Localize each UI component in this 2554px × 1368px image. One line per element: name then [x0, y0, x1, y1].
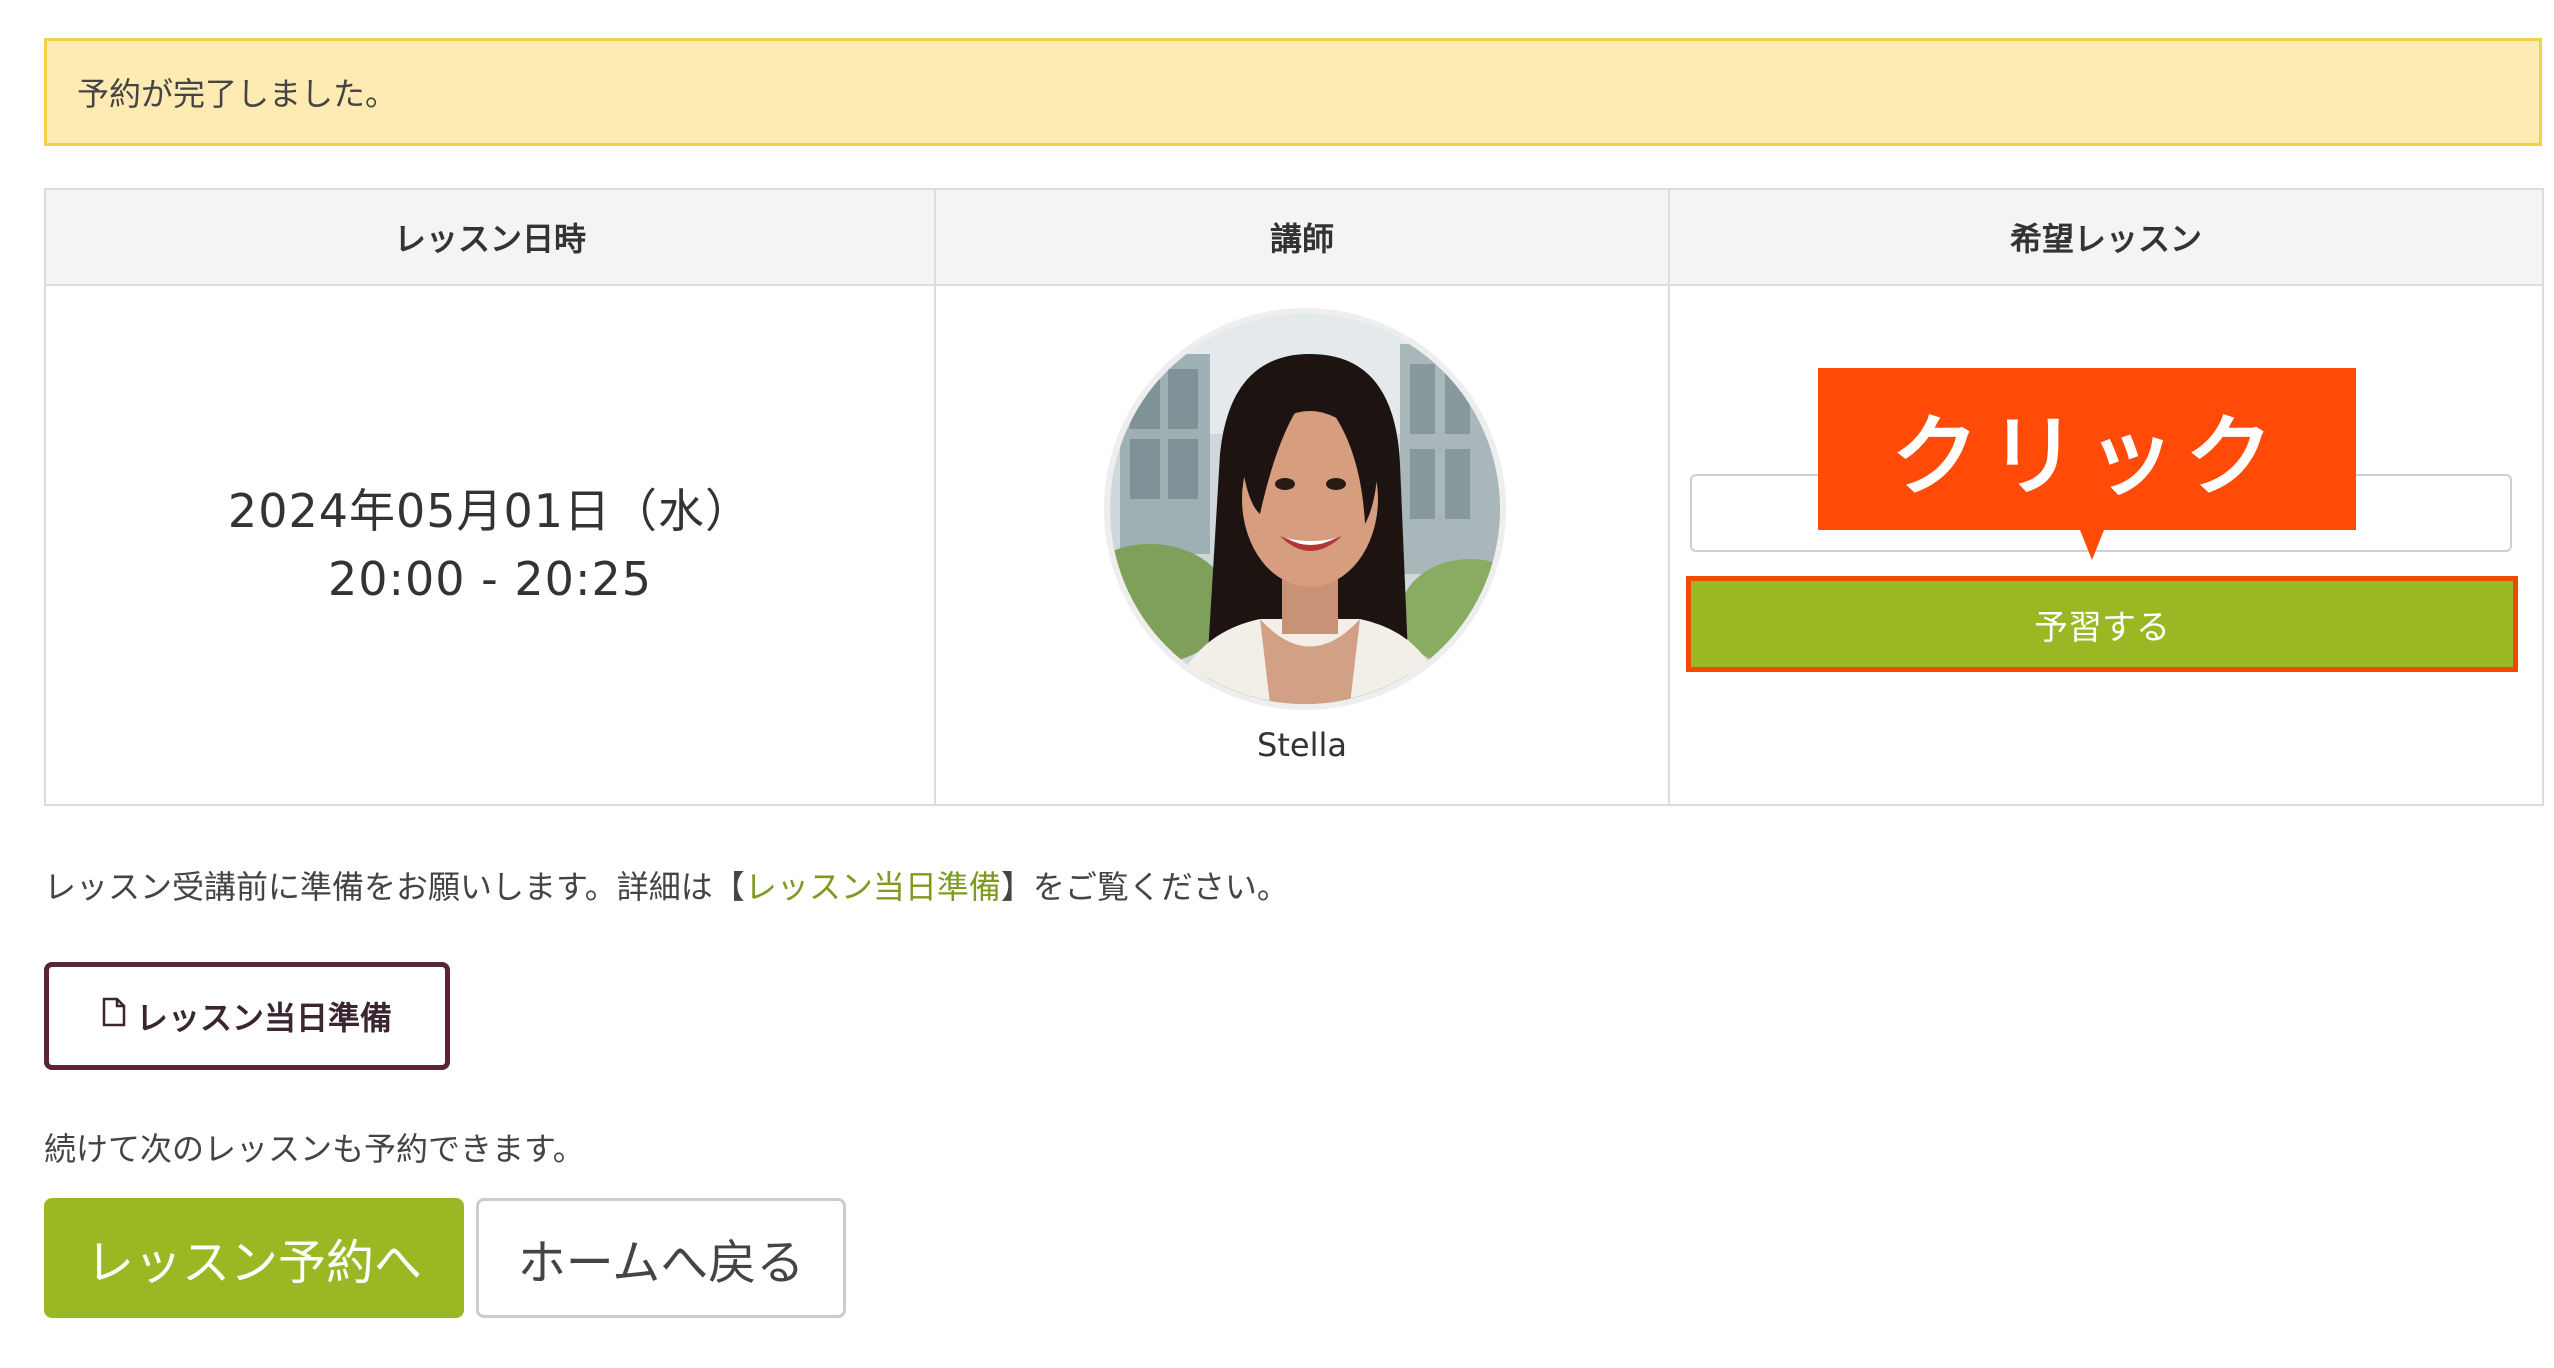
teacher-name: Stella — [1257, 726, 1347, 764]
lesson-day-prep-label: レッスン当日準備 — [135, 999, 392, 1037]
header-lesson-datetime: レッスン日時 — [44, 188, 936, 286]
reservation-complete-alert: 予約が完了しました。 — [44, 38, 2542, 146]
lesson-date: 2024年05月01日（水） — [227, 484, 753, 538]
header-teacher: 講師 — [934, 188, 1670, 286]
lesson-time: 20:00 - 20:25 — [328, 552, 652, 606]
alert-message: 予約が完了しました。 — [77, 75, 398, 113]
lesson-day-prep-button[interactable]: レッスン当日準備 — [44, 962, 450, 1070]
continue-reservation-text: 続けて次のレッスンも予約できます。 — [44, 1130, 585, 1168]
preparation-notice: レッスン受講前に準備をお願いします。詳細は【レッスン当日準備】をご覧ください。 — [44, 862, 1289, 908]
table-row: 2024年05月01日（水） 20:00 - 20:25 Stella 予習する… — [44, 284, 2544, 806]
prep-button[interactable]: 予習する — [1691, 581, 2513, 667]
callout-pointer — [2080, 530, 2104, 560]
table-header-row: レッスン日時 講師 希望レッスン — [44, 188, 2544, 286]
teacher-cell: Stella — [934, 284, 1670, 806]
click-callout: クリック — [1818, 368, 2356, 530]
document-icon — [102, 997, 126, 1035]
lesson-reservation-button[interactable]: レッスン予約へ — [44, 1198, 464, 1318]
teacher-avatar[interactable] — [1104, 308, 1506, 710]
lesson-day-prep-link[interactable]: レッスン当日準備 — [745, 868, 1001, 906]
lesson-datetime-cell: 2024年05月01日（水） 20:00 - 20:25 — [44, 284, 936, 806]
desired-lesson-cell: 予習する クリック — [1668, 284, 2544, 806]
prep-button-highlight: 予習する — [1686, 576, 2518, 672]
reservation-table: レッスン日時 講師 希望レッスン 2024年05月01日（水） 20:00 - … — [44, 188, 2544, 806]
notice-text-after: 】をご覧ください。 — [1000, 868, 1289, 906]
back-home-button[interactable]: ホームへ戻る — [476, 1198, 846, 1318]
header-desired-lesson: 希望レッスン — [1668, 188, 2544, 286]
notice-text-before: レッスン受講前に準備をお願いします。詳細は【 — [44, 868, 745, 906]
